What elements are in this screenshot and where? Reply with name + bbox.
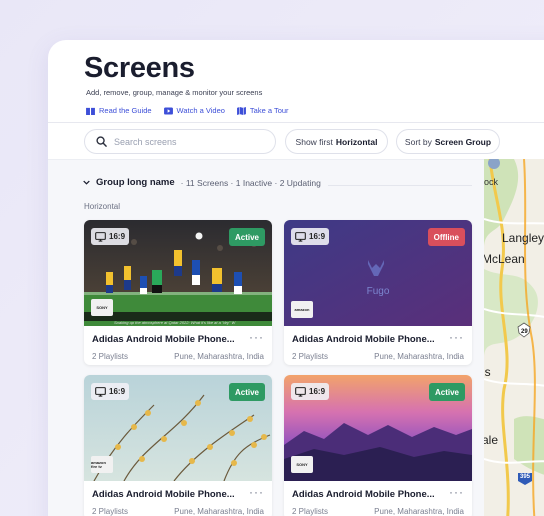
device-brand-badge: SONY — [91, 299, 113, 316]
filter-value: Horizontal — [335, 136, 378, 147]
aspect-ratio-badge: 16:9 — [91, 228, 130, 245]
screen-card[interactable]: 16:9 Active SONY Soaking up the atmosphe… — [84, 220, 272, 365]
group-divider — [328, 185, 472, 186]
toolbar-divider — [48, 122, 544, 123]
map-label-place: ock — [484, 177, 499, 187]
more-options-icon[interactable]: ··· — [449, 330, 464, 344]
playlist-count: 2 Playlists — [292, 507, 329, 516]
screen-thumbnail: 16:9 Active SONY — [284, 375, 472, 481]
search-icon — [96, 136, 107, 147]
orientation-section-label: Horizontal — [84, 202, 121, 211]
group-header[interactable]: Group long name · 11 Screens · 1 Inactiv… — [83, 177, 321, 188]
video-icon — [163, 106, 173, 115]
aspect-ratio-badge: 16:9 — [291, 228, 330, 245]
screen-icon — [295, 386, 306, 397]
status-badge: Active — [228, 228, 265, 246]
device-brand-badge: amazon — [291, 301, 313, 318]
aspect-ratio-label: 16:9 — [109, 232, 126, 241]
group-meta: · 11 Screens · 1 Inactive · 2 Updating — [180, 177, 321, 188]
screen-thumbnail: 16:9 Active SONY Soaking up the atmosphe… — [84, 220, 272, 326]
screens-list-area: Group long name · 11 Screens · 1 Inactiv… — [48, 159, 484, 516]
watch-video-link[interactable]: Watch a Video — [163, 106, 225, 115]
screens-map[interactable]: ock Langley McLean ls ale 29 395 — [484, 159, 544, 516]
aspect-ratio-badge: 16:9 — [91, 383, 130, 400]
route-shield-label: 29 — [521, 329, 528, 335]
map-canvas[interactable] — [484, 159, 544, 516]
screen-location: Pune, Maharashtra, India — [174, 352, 264, 361]
map-label-langley: Langley — [502, 231, 544, 245]
chevron-down-icon[interactable] — [83, 180, 90, 185]
screen-location: Pune, Maharashtra, India — [374, 352, 464, 361]
map-icon — [236, 106, 246, 115]
device-brand-badge: amazon fire tv — [91, 456, 113, 473]
screen-card[interactable]: 16:9 Active SONY Adidas Android Mobile P… — [284, 375, 472, 516]
watch-video-label: Watch a Video — [176, 106, 225, 115]
screen-icon — [95, 231, 106, 242]
take-tour-label: Take a Tour — [249, 106, 289, 115]
sort-prefix: Sort by — [404, 136, 432, 147]
search-input[interactable] — [114, 136, 264, 147]
search-box[interactable] — [84, 129, 276, 154]
screen-name: Adidas Android Mobile Phone... — [92, 334, 235, 345]
page-title: Screens — [84, 52, 195, 84]
sort-by-button[interactable]: Sort by Screen Group — [396, 129, 500, 154]
read-guide-link[interactable]: Read the Guide — [86, 106, 152, 115]
sort-value: Screen Group — [434, 136, 492, 147]
show-first-filter-button[interactable]: Show first Horizontal — [285, 129, 388, 154]
screen-location: Pune, Maharashtra, India — [174, 507, 264, 516]
video-caption: Soaking up the atmosphere at Qatar 2022:… — [114, 320, 236, 325]
screen-card[interactable]: 16:9 Active amazon fire tv Adidas Androi… — [84, 375, 272, 516]
aspect-ratio-label: 16:9 — [109, 387, 126, 396]
screen-icon — [95, 386, 106, 397]
playlist-count: 2 Playlists — [92, 352, 129, 361]
more-options-icon[interactable]: ··· — [249, 485, 264, 499]
playlist-count: 2 Playlists — [292, 352, 329, 361]
screen-card[interactable]: Fugo 16:9 Offline amazon Adidas Android … — [284, 220, 472, 365]
book-icon — [86, 107, 95, 115]
status-badge: Active — [228, 383, 265, 401]
fugo-logo-text: Fugo — [366, 286, 390, 297]
group-name: Group long name — [96, 177, 175, 188]
playlist-count: 2 Playlists — [92, 507, 129, 516]
aspect-ratio-label: 16:9 — [309, 387, 326, 396]
screen-name: Adidas Android Mobile Phone... — [292, 489, 435, 500]
screen-name: Adidas Android Mobile Phone... — [92, 489, 235, 500]
screens-panel: Screens Add, remove, group, manage & mon… — [48, 40, 544, 516]
interstate-shield-label: 395 — [520, 474, 531, 480]
status-badge: Offline — [427, 228, 465, 246]
map-label-dale: ale — [484, 433, 499, 447]
read-guide-label: Read the Guide — [99, 106, 152, 115]
device-brand-badge: SONY — [291, 456, 313, 473]
screen-name: Adidas Android Mobile Phone... — [292, 334, 435, 345]
status-badge: Active — [428, 383, 465, 401]
more-options-icon[interactable]: ··· — [449, 485, 464, 499]
screen-location: Pune, Maharashtra, India — [374, 507, 464, 516]
page-subtitle: Add, remove, group, manage & monitor you… — [86, 88, 263, 97]
filter-prefix: Show first — [295, 136, 333, 147]
help-links: Read the Guide Watch a Video Take a Tour — [86, 106, 289, 115]
map-label-mclean: McLean — [484, 252, 525, 266]
screen-icon — [295, 231, 306, 242]
more-options-icon[interactable]: ··· — [249, 330, 264, 344]
screen-thumbnail: Fugo 16:9 Offline amazon — [284, 220, 472, 326]
screen-thumbnail: 16:9 Active amazon fire tv — [84, 375, 272, 481]
map-label-falls: ls — [484, 365, 491, 379]
aspect-ratio-badge: 16:9 — [291, 383, 330, 400]
aspect-ratio-label: 16:9 — [309, 232, 326, 241]
take-tour-link[interactable]: Take a Tour — [236, 106, 289, 115]
